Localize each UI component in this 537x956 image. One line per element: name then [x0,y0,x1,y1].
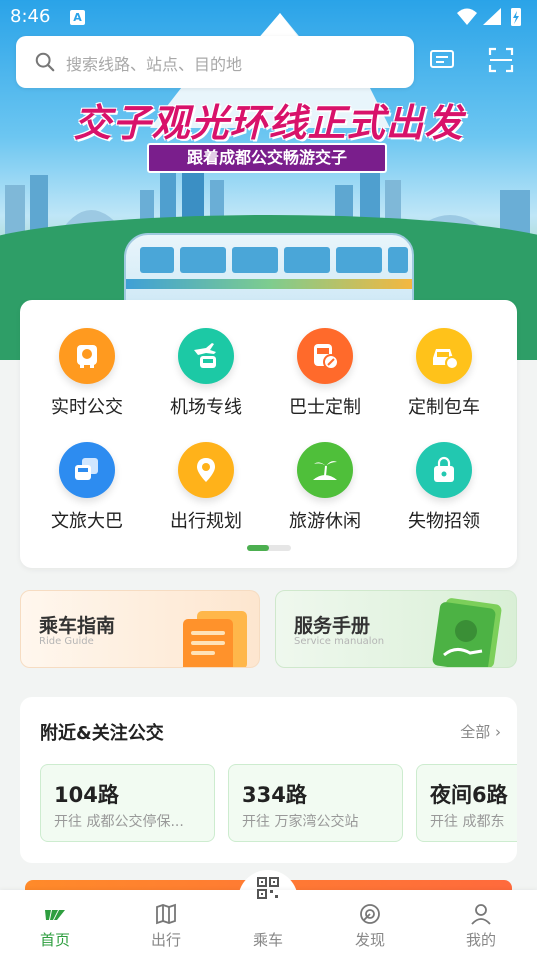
discover-icon [360,904,380,924]
tour-coach-icon [59,442,115,498]
route-name: 104路 [54,783,119,807]
grid-item-label: 巴士定制 [289,397,361,418]
grid-item-label: 实时公交 [51,397,123,418]
tab-label: 首页 [39,931,70,949]
bottom-tab-bar: 首页 出行 乘车 发现 我的 [0,877,537,956]
wifi-icon [457,8,477,25]
route-destination: 开往 成都公交停保... [54,814,184,830]
search-input[interactable]: 搜索线路、站点、目的地 [66,51,242,75]
tour-bus-graphic [124,233,414,307]
signal-icon [483,8,501,25]
grid-item-label: 旅游休闲 [289,511,361,532]
grid-item-custom-bus[interactable]: 巴士定制 [265,328,385,428]
service-manual-subtitle: Service manualon [294,636,385,647]
route-card-334[interactable]: 334路 开往 万家湾公交站 [228,764,403,842]
nearby-routes-card: 附近&关注公交 全部 › 104路 开往 成都公交停保... 334路 开往 万… [20,697,517,863]
tab-ride[interactable]: 乘车 [218,877,318,956]
home-logo-icon [45,910,65,920]
ride-guide-subtitle: Ride Guide [39,636,94,647]
search-icon [35,52,55,72]
tab-label: 发现 [354,931,385,949]
location-pin-icon [178,442,234,498]
ride-guide-card[interactable]: 乘车指南 Ride Guide [20,590,260,668]
grid-item-label: 文旅大巴 [51,511,123,532]
grid-item-label: 出行规划 [170,511,242,532]
banner-title: 交子观光环线正式出发 [73,101,464,145]
nearby-heading: 附近&关注公交 [40,723,164,744]
search-bar[interactable]: 搜索线路、站点、目的地 [16,36,414,88]
lost-found-bag-icon [416,442,472,498]
document-icon [183,611,247,667]
status-bar: 8:46 A [0,0,537,34]
grid-item-lost-found[interactable]: 失物招领 [384,442,504,542]
quick-services-card: 实时公交 机场专线 巴士定制 定制包车 文旅大巴 出行规划 旅游休闲 失物招领 [20,300,517,568]
scan-icon[interactable] [487,46,515,74]
route-name: 334路 [242,783,307,807]
manual-book-icon [432,598,502,667]
grid-item-tour-coach[interactable]: 文旅大巴 [27,442,147,542]
profile-icon [471,904,491,925]
grid-item-realtime-bus[interactable]: 实时公交 [27,328,147,428]
grid-item-label: 机场专线 [170,397,242,418]
grid-item-label: 定制包车 [408,397,480,418]
route-destination: 开往 成都东 [430,814,505,830]
notification-icon: A [70,10,85,25]
realtime-bus-icon [59,328,115,384]
tab-discover[interactable]: 发现 [320,890,420,956]
view-all-label: 全部 [460,723,491,741]
status-time: 8:46 [10,6,51,27]
service-manual-card[interactable]: 服务手册 Service manualon [275,590,517,668]
service-manual-title: 服务手册 [294,615,371,637]
tab-label: 乘车 [252,931,283,949]
grid-item-trip-planning[interactable]: 出行规划 [146,442,266,542]
grid-item-leisure[interactable]: 旅游休闲 [265,442,385,542]
bus-qr-icon [257,877,279,899]
page-indicator [247,545,291,551]
grid-item-charter-car[interactable]: 定制包车 [384,328,504,428]
message-icon[interactable] [428,46,456,74]
route-card-night6[interactable]: 夜间6路 开往 成都东 [416,764,517,842]
tab-home[interactable]: 首页 [5,890,105,956]
palm-tree-icon [297,442,353,498]
grid-item-airport-bus[interactable]: 机场专线 [146,328,266,428]
tab-travel[interactable]: 出行 [116,890,216,956]
route-card-104[interactable]: 104路 开往 成都公交停保... [40,764,215,842]
chevron-right-icon: › [495,723,501,741]
ride-guide-title: 乘车指南 [39,615,116,637]
status-icons [457,8,521,26]
route-destination: 开往 万家湾公交站 [242,814,359,830]
banner-subtitle: 跟着成都公交畅游交子 [147,143,387,173]
grid-item-label: 失物招领 [408,511,480,532]
custom-bus-icon [297,328,353,384]
route-name: 夜间6路 [430,783,508,807]
airport-bus-icon [178,328,234,384]
tab-profile[interactable]: 我的 [431,890,531,956]
map-icon [156,903,176,925]
charter-car-icon [416,328,472,384]
view-all-link[interactable]: 全部 › [460,721,501,742]
tab-label: 出行 [150,931,181,949]
tab-label: 我的 [465,931,496,949]
